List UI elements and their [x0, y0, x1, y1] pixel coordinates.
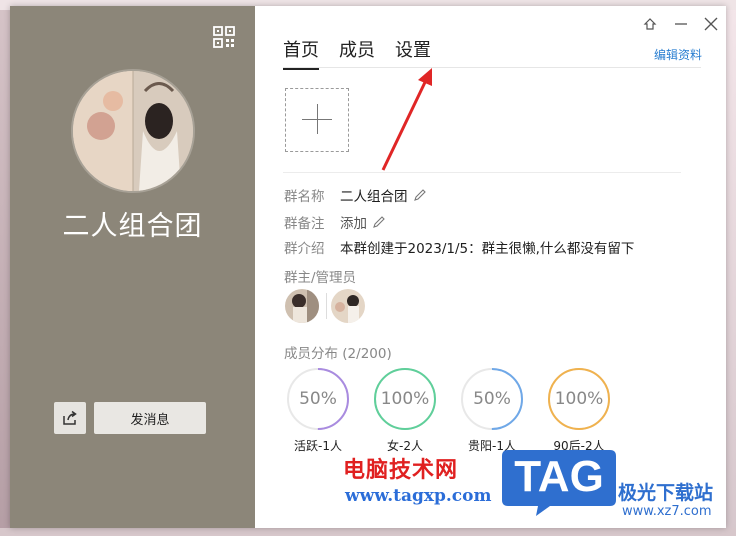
group-name-title: 二人组合团: [62, 211, 203, 242]
watermark-url: www.tagxp.com: [345, 486, 492, 506]
section-divider: [283, 172, 681, 173]
share-icon: [63, 410, 77, 425]
tab-home[interactable]: 首页: [283, 36, 319, 70]
watermark-site: 极光下载站: [618, 482, 714, 504]
watermark-tag-text: TAG: [514, 452, 604, 501]
annotation-arrow: [381, 68, 432, 171]
background-left: [0, 0, 10, 536]
owner-avatar[interactable]: [285, 289, 319, 323]
group-intro-value: 本群创建于2023/1/5：群主很懒,什么都没有留下: [340, 241, 635, 257]
distribution-percent-2: 50%: [473, 389, 511, 409]
group-name-label: 群名称: [284, 189, 325, 205]
distribution-percent-1: 100%: [380, 389, 430, 409]
tab-settings[interactable]: 设置: [395, 36, 431, 70]
group-remark-value[interactable]: 添加: [340, 212, 367, 232]
tab-members[interactable]: 成员: [339, 36, 375, 70]
send-message-button[interactable]: 发消息: [94, 402, 206, 434]
background-bottom: [0, 528, 736, 536]
watermark-site-url: www.xz7.com: [622, 504, 712, 519]
group-remark-row: 群备注 添加: [284, 212, 386, 232]
tab-divider: [283, 67, 701, 68]
admin-separator: [326, 293, 327, 319]
group-name-row: 群名称 二人组合团: [284, 185, 427, 205]
watermark-cn: 电脑技术网: [343, 458, 459, 483]
group-avatar[interactable]: [71, 69, 195, 193]
group-profile-window: 二人组合团 发消息 首页 成员 设置 编辑资料 群名称 二人组合团 群备注 添加…: [10, 6, 726, 528]
edit-remark-pencil-icon[interactable]: [372, 215, 386, 229]
group-intro-row: 群介绍 本群创建于2023/1/5：群主很懒,什么都没有留下: [284, 237, 634, 257]
qr-code-icon[interactable]: [213, 26, 235, 48]
group-side-panel: 二人组合团 发消息: [10, 6, 255, 528]
add-photo-button[interactable]: [285, 88, 349, 152]
pin-icon[interactable]: [642, 16, 658, 32]
edit-profile-link[interactable]: 编辑资料: [654, 46, 702, 63]
minimize-icon[interactable]: [673, 16, 689, 32]
group-intro-label: 群介绍: [284, 241, 325, 257]
edit-name-pencil-icon[interactable]: [413, 188, 427, 202]
share-button[interactable]: [54, 402, 86, 434]
tab-bar: 首页 成员 设置: [283, 36, 431, 70]
group-name-value: 二人组合团: [340, 189, 408, 205]
group-remark-label: 群备注: [284, 216, 325, 232]
distribution-percent-3: 100%: [554, 389, 604, 409]
admins-label: 群主/管理员: [284, 270, 357, 286]
member-distribution-label: 成员分布 (2/200): [284, 346, 392, 362]
distribution-percent-0: 50%: [299, 389, 337, 409]
admin-avatar[interactable]: [331, 289, 365, 323]
close-icon[interactable]: [703, 16, 719, 32]
